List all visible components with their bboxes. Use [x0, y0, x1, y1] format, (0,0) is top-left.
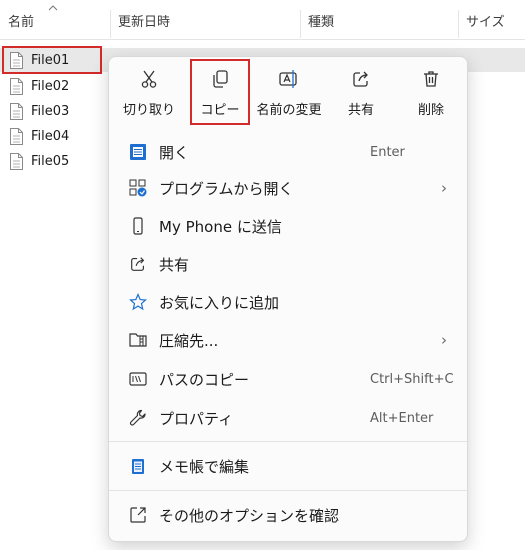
rename-button[interactable]: 名前の変更 — [253, 63, 325, 125]
menu-item-open[interactable]: 開く Enter — [109, 134, 469, 170]
shortcut-text: Ctrl+Shift+C — [370, 371, 454, 387]
file-name: File04 — [31, 128, 70, 144]
menu-item-label: プロパティ — [159, 409, 234, 428]
scissors-icon — [139, 63, 159, 95]
cut-button[interactable]: 切り取り — [117, 63, 181, 125]
menu-item-label: プログラムから開く — [159, 179, 294, 198]
column-divider[interactable] — [110, 10, 111, 38]
menu-item-edit-in-notepad[interactable]: メモ帳で編集 — [109, 448, 469, 484]
menu-item-send-to-phone[interactable]: My Phone に送信 — [109, 208, 469, 244]
menu-item-label: パスのコピー — [159, 370, 250, 389]
menu-item-label: 開く — [159, 143, 190, 162]
text-file-icon — [10, 152, 23, 170]
file-name: File02 — [31, 78, 70, 94]
file-row[interactable]: File05 — [0, 149, 110, 173]
open-app-icon — [129, 143, 147, 161]
delete-label: 削除 — [417, 103, 444, 118]
text-file-icon — [10, 102, 23, 120]
chevron-right-icon: › — [441, 331, 447, 349]
menu-item-label: メモ帳で編集 — [159, 457, 250, 476]
menu-item-open-with[interactable]: プログラムから開く › — [109, 170, 469, 206]
context-menu-toolbar: 切り取り コピー 名前の変更 共有 削除 — [109, 57, 469, 131]
menu-item-label: 圧縮先... — [159, 331, 219, 350]
menu-divider — [109, 441, 469, 442]
cut-label: 切り取り — [122, 103, 175, 118]
column-header-type[interactable]: 種類 — [308, 0, 458, 40]
menu-item-label: 共有 — [159, 255, 190, 274]
file-row[interactable]: File04 — [0, 124, 110, 148]
zip-folder-icon — [129, 331, 147, 349]
star-icon — [129, 293, 147, 311]
phone-icon — [129, 217, 147, 235]
menu-item-label: お気に入りに追加 — [159, 293, 280, 312]
file-name: File03 — [31, 103, 70, 119]
menu-item-share[interactable]: 共有 — [109, 246, 469, 282]
column-divider[interactable] — [458, 10, 459, 38]
column-header-name[interactable]: 名前 — [8, 0, 108, 40]
share-icon — [351, 63, 371, 95]
share-label: 共有 — [347, 103, 374, 118]
context-menu: 切り取り コピー 名前の変更 共有 削除 開く Enter プログラムから開く … — [108, 56, 469, 542]
highlight-box-file01 — [2, 46, 102, 74]
menu-item-copy-path[interactable]: パスのコピー Ctrl+Shift+C — [109, 361, 469, 397]
menu-item-properties[interactable]: プロパティ Alt+Enter — [109, 400, 469, 436]
file-name: File05 — [31, 153, 70, 169]
file-list-header: 名前 更新日時 種類 サイズ — [0, 0, 525, 40]
file-row[interactable]: File03 — [0, 99, 110, 123]
copy-path-icon — [129, 370, 147, 388]
shortcut-text: Enter — [370, 144, 405, 160]
column-header-size[interactable]: サイズ — [466, 0, 525, 40]
column-divider[interactable] — [300, 10, 301, 38]
rename-icon — [278, 63, 300, 95]
trash-icon — [421, 63, 441, 95]
chevron-right-icon: › — [441, 179, 447, 197]
menu-item-label: My Phone に送信 — [159, 217, 282, 236]
wrench-icon — [129, 409, 147, 427]
text-file-icon — [10, 77, 23, 95]
menu-item-label: その他のオプションを確認 — [159, 506, 340, 525]
menu-divider — [109, 490, 469, 491]
delete-button[interactable]: 削除 — [403, 63, 459, 125]
rename-label: 名前の変更 — [256, 103, 322, 118]
menu-item-add-to-favorites[interactable]: お気に入りに追加 — [109, 284, 469, 320]
share-icon — [129, 255, 147, 273]
menu-item-compress-to[interactable]: 圧縮先... › — [109, 322, 469, 358]
file-row[interactable]: File02 — [0, 74, 110, 98]
text-file-icon — [10, 127, 23, 145]
open-with-icon — [129, 179, 147, 197]
external-window-icon — [129, 506, 147, 524]
highlight-box-copy — [190, 59, 250, 125]
menu-item-show-more-options[interactable]: その他のオプションを確認 — [109, 497, 469, 533]
shortcut-text: Alt+Enter — [370, 410, 434, 426]
share-button[interactable]: 共有 — [333, 63, 389, 125]
notepad-icon — [129, 457, 147, 475]
column-header-date-modified[interactable]: 更新日時 — [118, 0, 298, 40]
